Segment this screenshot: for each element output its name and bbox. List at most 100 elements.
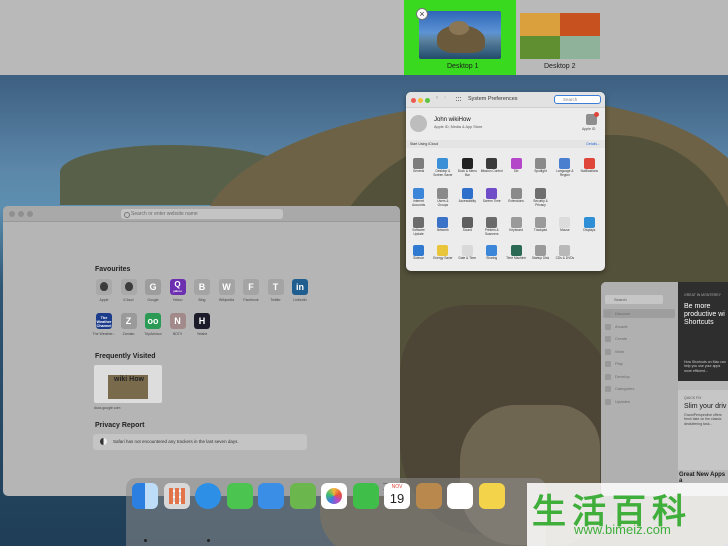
sidebar-item-icon bbox=[605, 348, 611, 355]
user-subtitle: Apple ID, Media & App Store bbox=[434, 125, 483, 129]
close-button[interactable] bbox=[411, 98, 416, 103]
preference-pane-icon[interactable] bbox=[413, 217, 424, 228]
favourite-tile[interactable]: in bbox=[292, 279, 308, 295]
favourite-tile[interactable]: Qyahoo bbox=[169, 279, 186, 295]
preference-pane-icon[interactable] bbox=[486, 245, 498, 256]
sidebar-item[interactable]: Work bbox=[615, 349, 624, 354]
favourite-label: Apple bbox=[99, 298, 109, 302]
sidebar-item[interactable]: Develop bbox=[615, 374, 630, 379]
preference-pane-icon[interactable] bbox=[559, 217, 571, 228]
preference-pane-icon[interactable] bbox=[461, 188, 473, 199]
running-indicator bbox=[206, 539, 210, 542]
reminders-icon[interactable] bbox=[447, 483, 473, 509]
preference-pane-icon[interactable] bbox=[535, 188, 546, 199]
sidebar-item[interactable]: Categories bbox=[615, 386, 634, 391]
zoom-button[interactable] bbox=[425, 98, 430, 103]
preference-pane-label: Security & Privacy bbox=[533, 199, 548, 207]
search-input[interactable]: Search bbox=[605, 295, 663, 304]
preference-pane-icon[interactable] bbox=[461, 245, 473, 256]
preference-pane-icon[interactable] bbox=[437, 188, 449, 199]
preference-pane-icon[interactable] bbox=[510, 188, 522, 199]
sidebar-item[interactable]: Create bbox=[615, 336, 627, 341]
space-desktop-1-thumbnail[interactable] bbox=[419, 11, 501, 59]
favourite-tile[interactable]: B bbox=[194, 279, 210, 295]
frequently-visited-tile[interactable]: wiki How bbox=[94, 365, 162, 403]
calendar-icon[interactable]: NOV 19 bbox=[384, 483, 410, 509]
preference-pane-icon[interactable] bbox=[413, 158, 424, 169]
grid-view-icon[interactable] bbox=[456, 97, 462, 103]
app-store-window[interactable]: Search Discover Arcade Create Work Play Devel… bbox=[601, 282, 728, 496]
facetime-icon[interactable] bbox=[352, 483, 379, 509]
preference-pane-icon[interactable] bbox=[535, 217, 546, 228]
minimize-button[interactable] bbox=[18, 211, 24, 217]
wikihow-logo: wiki How bbox=[114, 376, 144, 383]
preference-pane-icon[interactable] bbox=[535, 245, 546, 256]
preference-pane-icon[interactable] bbox=[510, 217, 522, 228]
favourite-label: NDTV bbox=[172, 332, 183, 336]
preference-pane-icon[interactable] bbox=[510, 158, 522, 169]
apple-logo-icon[interactable] bbox=[96, 279, 112, 295]
minimize-button[interactable] bbox=[418, 98, 423, 103]
sidebar-item[interactable]: Discover bbox=[615, 311, 631, 316]
avatar[interactable] bbox=[410, 115, 427, 132]
preference-pane-label: Extensions bbox=[508, 199, 524, 203]
preference-pane-icon[interactable] bbox=[461, 158, 473, 169]
preference-pane-label: Keyboard bbox=[509, 228, 523, 232]
forward-icon[interactable]: › bbox=[444, 95, 446, 101]
notes-icon[interactable] bbox=[478, 483, 505, 509]
favourite-tile[interactable]: N bbox=[169, 313, 186, 329]
preference-pane-icon[interactable] bbox=[510, 245, 522, 256]
details-link[interactable]: Details... bbox=[586, 140, 600, 148]
search-input[interactable]: Search bbox=[554, 95, 601, 104]
preference-pane-icon[interactable] bbox=[437, 217, 449, 228]
sidebar-item[interactable]: Updates bbox=[615, 399, 630, 404]
address-bar[interactable]: Search or enter website name bbox=[121, 209, 283, 219]
safari-icon[interactable] bbox=[195, 483, 221, 509]
preference-pane-icon[interactable] bbox=[559, 158, 571, 169]
contacts-icon[interactable] bbox=[415, 483, 442, 509]
privacy-report-box[interactable]: Safari has not encountered any trackers … bbox=[93, 434, 307, 450]
preference-pane-icon[interactable] bbox=[486, 188, 498, 199]
launchpad-icon[interactable] bbox=[163, 483, 190, 509]
favourite-label: Twitter bbox=[270, 298, 281, 302]
preference-pane-icon[interactable] bbox=[486, 158, 498, 169]
preference-pane-icon[interactable] bbox=[583, 217, 595, 228]
preference-pane-icon[interactable] bbox=[437, 158, 449, 169]
safari-window[interactable]: Search or enter website name bbox=[3, 206, 400, 496]
apple-logo-icon[interactable] bbox=[120, 279, 137, 295]
sidebar-item[interactable]: Arcade bbox=[615, 324, 628, 329]
maps-icon[interactable] bbox=[289, 483, 316, 509]
zoom-button[interactable] bbox=[27, 211, 33, 217]
favourite-tile[interactable]: oo bbox=[145, 313, 161, 329]
preference-pane-label: Users & Groups bbox=[437, 199, 449, 207]
photos-icon[interactable] bbox=[321, 483, 347, 509]
favourite-tile[interactable]: Z bbox=[120, 313, 137, 329]
space-desktop-2-thumbnail[interactable] bbox=[520, 13, 600, 59]
icloud-banner: Start Using iCloud Details... bbox=[406, 140, 605, 148]
preference-pane-icon[interactable] bbox=[413, 245, 424, 256]
favourite-tile[interactable]: The Weather Channel bbox=[96, 313, 112, 329]
favourite-tile[interactable]: T bbox=[267, 279, 284, 295]
favourite-tile[interactable]: F bbox=[243, 279, 259, 295]
close-button[interactable] bbox=[9, 211, 15, 217]
finder-icon[interactable] bbox=[132, 483, 158, 509]
close-space-icon[interactable]: × bbox=[416, 8, 428, 20]
system-preferences-window[interactable]: ‹ › System Preferences Search John wikiH… bbox=[406, 92, 605, 271]
back-icon[interactable]: ‹ bbox=[436, 95, 438, 101]
preference-pane-icon[interactable] bbox=[486, 217, 498, 228]
launchpad-grid-icon bbox=[168, 488, 185, 504]
favourite-tile[interactable]: W bbox=[218, 279, 235, 295]
preference-pane-icon[interactable] bbox=[461, 217, 473, 228]
preference-pane-icon[interactable] bbox=[559, 245, 571, 256]
preference-pane-icon[interactable] bbox=[535, 158, 546, 169]
preference-pane-icon[interactable] bbox=[413, 188, 424, 199]
preference-pane-icon[interactable] bbox=[437, 245, 449, 256]
messages-icon[interactable] bbox=[226, 483, 253, 509]
mail-icon[interactable] bbox=[258, 483, 284, 509]
preference-pane-icon[interactable] bbox=[583, 158, 595, 169]
favourite-tile[interactable]: G bbox=[145, 279, 161, 295]
favourite-tile[interactable]: H bbox=[194, 313, 210, 329]
sidebar-item[interactable]: Play bbox=[615, 361, 623, 366]
favourite-label: iCloud bbox=[123, 298, 134, 302]
quick-fix-card[interactable] bbox=[678, 390, 728, 470]
